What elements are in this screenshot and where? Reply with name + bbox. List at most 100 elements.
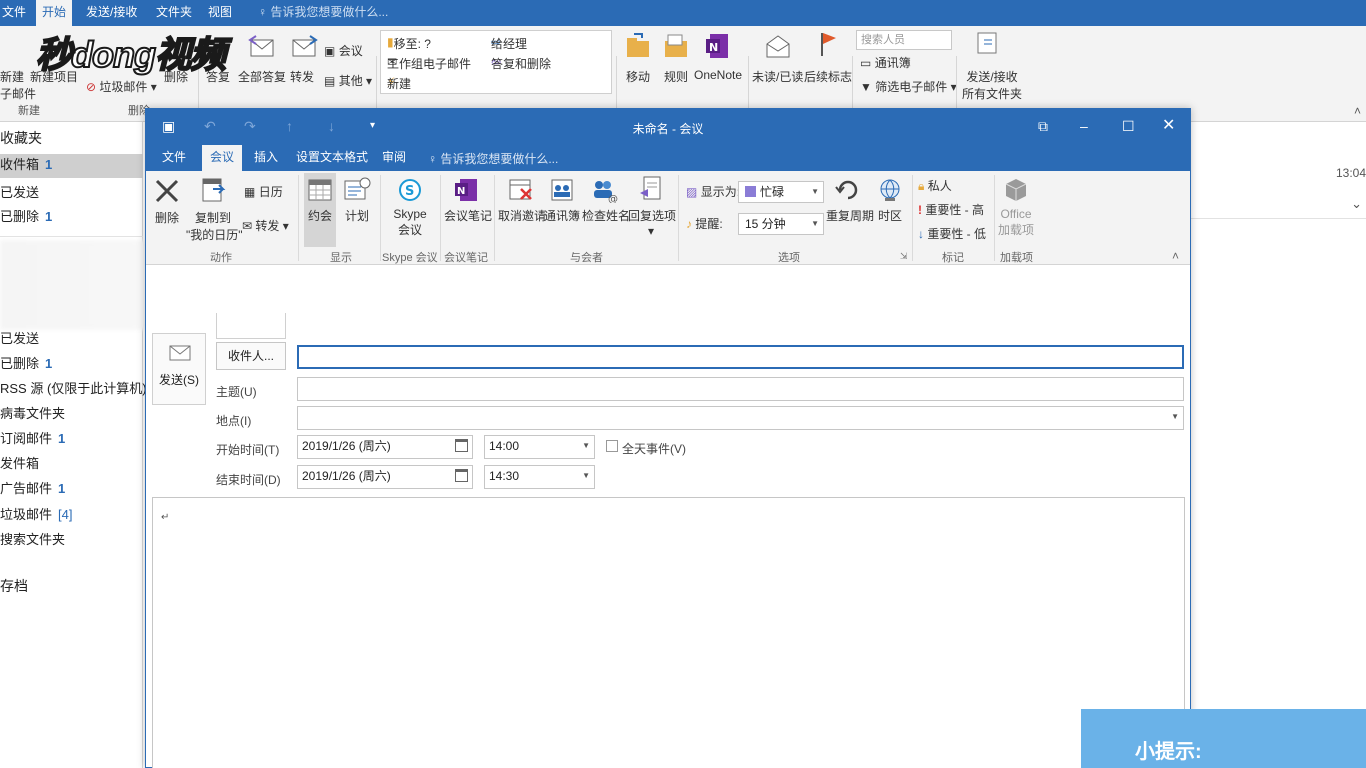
all-day-checkbox[interactable] (606, 440, 618, 452)
group-skype-label: Skype 会议 (382, 252, 438, 264)
onenote-button[interactable]: OneNote (694, 68, 742, 82)
minimize-icon[interactable]: – (1080, 118, 1088, 134)
calendar-icon[interactable] (455, 469, 468, 482)
cancel-invitation-button[interactable]: 取消邀请 (498, 177, 546, 224)
collapse-ribbon-icon[interactable]: ˄ (1172, 249, 1179, 263)
tab-meeting[interactable]: 会议 (202, 145, 243, 171)
folder-junk[interactable]: 垃圾邮件 [4] (0, 504, 72, 523)
recurrence-icon (835, 180, 858, 200)
tab-folder[interactable]: 文件夹 (150, 0, 198, 26)
address-book-button[interactable]: ▭ 通讯簿 (860, 54, 911, 71)
tip-text: 小提示: (1135, 741, 1202, 763)
window-titlebar: ▣ ↶ ↷ ↑ ↓ ▾ 未命名 - 会议 ⧉ – ☐ ✕ (146, 109, 1190, 145)
move-button[interactable]: 移动 (626, 68, 650, 85)
meeting-button[interactable]: ▣ 会议 (324, 42, 363, 59)
folder-ads[interactable]: 广告邮件 1 (0, 478, 65, 497)
folder-search[interactable]: 搜索文件夹 (0, 529, 65, 548)
folder-virus[interactable]: 病毒文件夹 (0, 403, 65, 422)
meeting-body-editor[interactable]: ↵ (152, 497, 1185, 768)
folder-archive[interactable]: 存档 (0, 576, 28, 596)
calendar-icon: ▦ (244, 185, 256, 199)
folder-sent[interactable]: 已发送 (0, 182, 39, 201)
reminder-label: ♪ 提醒: (686, 217, 723, 231)
close-icon[interactable]: ✕ (1162, 118, 1175, 134)
office-addins-button[interactable]: Office 加载项 (998, 177, 1034, 238)
tab-send-receive[interactable]: 发送/接收 (80, 0, 143, 26)
from-button-partial[interactable] (216, 313, 286, 339)
private-button[interactable]: 🔒︎ 私人 (918, 177, 952, 194)
tab-file[interactable]: 文件 (154, 145, 194, 171)
location-field[interactable]: ▼ (297, 406, 1184, 430)
search-people-input[interactable]: 搜索人员 (856, 30, 952, 50)
importance-high-button[interactable]: ! 重要性 - 高 (918, 201, 984, 218)
show-as-dropdown[interactable]: 忙碌 ▼ (738, 181, 824, 203)
more-respond-button[interactable]: ▤ 其他 ▾ (324, 72, 372, 89)
folder-sent-2[interactable]: 已发送 (0, 328, 39, 347)
recurrence-button[interactable]: 重复周期 (826, 177, 874, 224)
start-time-field[interactable]: 14:00 ▼ (484, 435, 595, 459)
folder-outbox[interactable]: 发件箱 (0, 453, 39, 472)
folder-subscriptions[interactable]: 订阅邮件 1 (0, 428, 65, 447)
folder-deleted-2[interactable]: 已删除 1 (0, 353, 52, 372)
tell-me-search[interactable]: ♀ 告诉我您想要做什么... (252, 0, 394, 26)
chevron-down-icon[interactable]: ▼ (582, 436, 590, 456)
dialog-launcher-icon[interactable]: ⇲ (900, 251, 908, 262)
time-zones-button[interactable]: 时区 (874, 177, 906, 224)
group-tags-label: 标记 (942, 252, 964, 264)
send-receive-all-button[interactable]: 发送/接收 所有文件夹 (962, 68, 1022, 102)
ribbon-display-options-icon[interactable]: ⧉ (1038, 118, 1048, 134)
filter-email-button[interactable]: ▼ 筛选电子邮件 ▾ (860, 78, 957, 95)
calendar-icon[interactable] (455, 439, 468, 452)
response-options-button[interactable]: 回复选项 ▾ (628, 175, 676, 238)
calendar-button[interactable]: ▦ 日历 (244, 183, 283, 200)
to-button[interactable]: 收件人... (216, 342, 286, 370)
subject-field[interactable] (297, 377, 1184, 401)
chevron-down-icon[interactable]: ▼ (582, 466, 590, 486)
meeting-notes-button[interactable]: N 会议笔记 (444, 177, 492, 224)
end-date-field[interactable]: 2019/1/26 (周六) (297, 465, 473, 489)
forward-button[interactable]: 转发 (290, 68, 314, 85)
subject-label: 主题(U) (216, 385, 257, 399)
quick-steps-gallery[interactable]: ▮ 移至: ? ⇨ 给经理 ✉ 工作组电子邮件 ⇦ 答复和删除 ⚡ 新建 (380, 30, 612, 94)
scheduling-button[interactable]: 计划 (340, 177, 374, 224)
to-field[interactable] (297, 345, 1184, 369)
favorites-header[interactable]: 收藏夹 (0, 128, 42, 148)
send-icon (169, 345, 191, 361)
maximize-icon[interactable]: ☐ (1122, 118, 1135, 134)
reminder-dropdown[interactable]: 15 分钟 ▼ (738, 213, 824, 235)
copy-to-my-calendar-button[interactable]: 复制到 "我的日历" (186, 175, 243, 243)
tab-home[interactable]: 开始 (36, 0, 73, 26)
skype-meeting-button[interactable]: S Skype 会议 (390, 177, 430, 238)
tab-file[interactable]: 文件 (0, 0, 32, 26)
divider (994, 175, 995, 261)
globe-icon (880, 179, 900, 201)
end-time-field[interactable]: 14:30 ▼ (484, 465, 595, 489)
collapse-ribbon-icon[interactable]: ˄ (1354, 104, 1361, 118)
tab-format-text[interactable]: 设置文本格式 (288, 145, 376, 171)
importance-low-button[interactable]: ↓ 重要性 - 低 (918, 225, 986, 242)
tab-review[interactable]: 审阅 (374, 145, 414, 171)
delete-button[interactable]: 删除 (152, 177, 182, 226)
rules-button[interactable]: 规则 (664, 68, 688, 85)
expand-chevron-icon[interactable]: ⌄ (1351, 196, 1362, 212)
office-addins-icon (1005, 179, 1027, 201)
forward-button[interactable]: ✉ 转发 ▾ (242, 217, 289, 234)
reply-all-button[interactable]: 全部答复 (238, 68, 286, 85)
appointment-button[interactable]: 约会 (304, 173, 336, 247)
folder-deleted[interactable]: 已删除 1 (0, 206, 52, 225)
send-button[interactable]: 发送(S) (152, 333, 206, 405)
start-date-field[interactable]: 2019/1/26 (周六) (297, 435, 473, 459)
folder-rss[interactable]: RSS 源 (仅限于此计算机) (0, 378, 147, 397)
follow-up-button[interactable]: 后续标志 (804, 68, 852, 85)
check-names-button[interactable]: @ 检查姓名 (582, 177, 630, 224)
tell-me-search[interactable]: ♀ 告诉我您想要做什么... (428, 150, 558, 167)
tab-insert[interactable]: 插入 (246, 145, 286, 171)
tab-view[interactable]: 视图 (202, 0, 238, 26)
tip-banner: 小提示: (1081, 709, 1366, 768)
chevron-down-icon[interactable]: ▼ (1171, 407, 1179, 427)
address-book-button[interactable]: 通讯簿 (544, 177, 580, 224)
quick-step-move-to[interactable]: ▮ 移至: ? (387, 35, 431, 51)
folder-inbox[interactable]: 收件箱 1 (0, 154, 143, 178)
junk-button[interactable]: ⊘ 垃圾邮件 ▾ (86, 78, 157, 95)
unread-read-button[interactable]: 未读/已读 (752, 68, 803, 85)
